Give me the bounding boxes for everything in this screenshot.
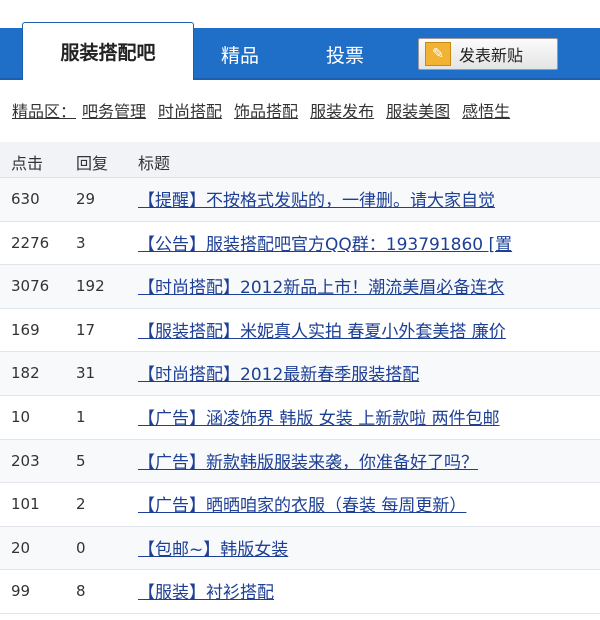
thread-title-link[interactable]: 【包邮~】韩版女装 — [138, 535, 600, 560]
thread-title-link[interactable]: 【广告】晒晒咱家的衣服（春装 每周更新） — [138, 491, 600, 516]
new-post-label: 发表新贴 — [459, 46, 524, 65]
thread-title-text: 米妮真人实拍 春夏小外套美搭 廉价 — [240, 321, 506, 342]
thread-title-text: 2012最新春季服装搭配 — [240, 365, 420, 386]
new-post-button[interactable]: ✎ 发表新贴 — [418, 38, 558, 70]
thread-row: 10 1 【广告】涵凌饰界 韩版 女装 上新款啦 两件包邮 — [0, 395, 600, 440]
thread-tag: 【公告】 — [138, 234, 206, 255]
thread-tag: 【服装搭配】 — [138, 321, 240, 342]
thread-tag: 【广告】 — [138, 496, 206, 517]
thread-tag: 【服装】 — [138, 583, 206, 604]
thread-title-link[interactable]: 【提醒】不按格式发贴的，一律删。请大家自觉 — [138, 186, 600, 211]
thread-row: 182 31 【时尚搭配】2012最新春季服装搭配 — [0, 352, 600, 396]
elite-area-label[interactable]: 精品区： — [12, 98, 76, 122]
click-count: 169 — [11, 320, 40, 339]
thread-title-link[interactable]: 【服装】衬衫搭配 — [138, 578, 600, 603]
elite-link-fashion[interactable]: 时尚搭配 — [158, 98, 222, 122]
thread-row: 20 0 【包邮~】韩版女装 — [0, 526, 600, 571]
thread-title-text: 服装搭配吧官方QQ群：193791860 [置 — [206, 234, 513, 255]
thread-tag: 【时尚搭配】 — [138, 278, 240, 299]
thread-tag: 【包邮~】 — [138, 539, 221, 560]
reply-count: 2 — [76, 495, 86, 514]
thread-tag: 【广告】 — [138, 452, 206, 473]
thread-title-text: 韩版女装 — [220, 539, 289, 560]
thread-tag: 【时尚搭配】 — [138, 365, 240, 386]
thread-title-link[interactable]: 【时尚搭配】2012新品上市！潮流美眉必备连衣 — [138, 273, 600, 298]
forum-header: 服装搭配吧 精品 投票 ✎ 发表新贴 — [0, 0, 600, 80]
tab-elite[interactable]: 精品 — [221, 38, 259, 70]
tab-forum-home[interactable]: 服装搭配吧 — [22, 22, 194, 80]
elite-category-bar: 精品区： 吧务管理 时尚搭配 饰品搭配 服装发布 服装美图 感悟生 — [0, 90, 600, 130]
click-count: 3076 — [11, 277, 50, 296]
reply-count: 29 — [76, 190, 96, 208]
reply-count: 1 — [76, 407, 86, 426]
thread-tag: 【提醒】 — [138, 191, 206, 211]
click-count: 99 — [11, 582, 31, 601]
click-count: 182 — [11, 364, 40, 383]
elite-link-pictures[interactable]: 服装美图 — [386, 98, 450, 122]
elite-link-admin[interactable]: 吧务管理 — [82, 98, 146, 122]
click-count: 203 — [11, 451, 40, 470]
thread-title-link[interactable]: 【时尚搭配】2012最新春季服装搭配 — [138, 360, 600, 385]
header-title: 标题 — [138, 154, 171, 173]
click-count: 2276 — [11, 233, 50, 252]
click-count: 630 — [11, 190, 40, 208]
thread-tag: 【广告】 — [138, 408, 206, 429]
thread-title-text: 衬衫搭配 — [206, 583, 274, 604]
thread-title-link[interactable]: 【公告】服装搭配吧官方QQ群：193791860 [置 — [138, 230, 600, 255]
thread-row: 101 2 【广告】晒晒咱家的衣服（春装 每周更新） — [0, 483, 600, 527]
pen-icon: ✎ — [425, 42, 451, 66]
reply-count: 0 — [76, 538, 86, 557]
thread-row: 203 5 【广告】新款韩版服装来袭，你准备好了吗？ — [0, 439, 600, 484]
reply-count: 5 — [76, 451, 86, 470]
thread-title-link[interactable]: 【服装搭配】米妮真人实拍 春夏小外套美搭 廉价 — [138, 317, 600, 342]
thread-row: 2276 3 【公告】服装搭配吧官方QQ群：193791860 [置 — [0, 221, 600, 266]
reply-count: 17 — [76, 320, 96, 339]
thread-row: 169 17 【服装搭配】米妮真人实拍 春夏小外套美搭 廉价 — [0, 308, 600, 353]
thread-title-link[interactable]: 【广告】新款韩版服装来袭，你准备好了吗？ — [138, 448, 600, 473]
thread-row: 630 29 【提醒】不按格式发贴的，一律删。请大家自觉 — [0, 178, 600, 222]
thread-title-link[interactable]: 【广告】涵凌饰界 韩版 女装 上新款啦 两件包邮 — [138, 404, 600, 429]
thread-title-text: 2012新品上市！潮流美眉必备连衣 — [240, 278, 505, 299]
thread-row: 99 8 【服装】衬衫搭配 — [0, 570, 600, 614]
header-clicks: 点击 — [11, 154, 44, 173]
click-count: 101 — [11, 495, 40, 514]
header-replies: 回复 — [76, 154, 109, 173]
thread-row: 3076 192 【时尚搭配】2012新品上市！潮流美眉必备连衣 — [0, 265, 600, 309]
click-count: 20 — [11, 538, 31, 557]
click-count: 10 — [11, 407, 31, 426]
elite-link-accessories[interactable]: 饰品搭配 — [234, 98, 298, 122]
tab-vote[interactable]: 投票 — [326, 38, 364, 70]
thread-title-text: 不按格式发贴的，一律删。请大家自觉 — [206, 191, 495, 211]
reply-count: 192 — [76, 277, 105, 296]
thread-list: 630 29 【提醒】不按格式发贴的，一律删。请大家自觉 2276 3 【公告】… — [0, 178, 600, 614]
elite-link-release[interactable]: 服装发布 — [310, 98, 374, 122]
elite-link-thoughts[interactable]: 感悟生 — [462, 98, 510, 122]
thread-title-text: 涵凌饰界 韩版 女装 上新款啦 两件包邮 — [206, 408, 500, 429]
reply-count: 31 — [76, 364, 96, 383]
thread-title-text: 晒晒咱家的衣服（春装 每周更新） — [206, 496, 467, 517]
thread-title-text: 新款韩版服装来袭，你准备好了吗？ — [206, 452, 478, 473]
reply-count: 8 — [76, 582, 86, 601]
thread-table-header: 点击 回复 标题 — [0, 142, 600, 178]
reply-count: 3 — [76, 233, 86, 252]
